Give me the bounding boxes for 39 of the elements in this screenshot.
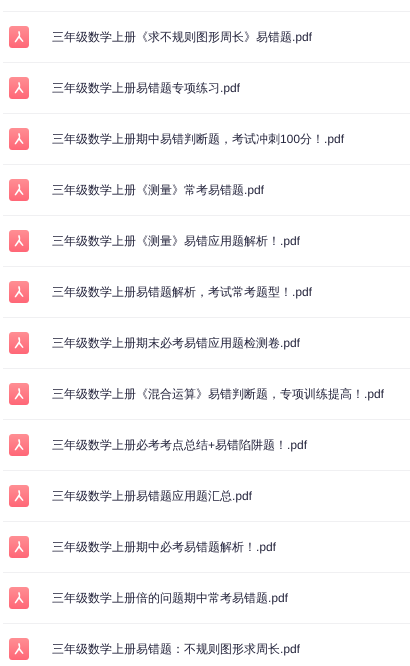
- file-name: 三年级数学上册易错题：不规则图形求周长.pdf: [52, 640, 300, 658]
- pdf-file-icon: [9, 77, 29, 99]
- file-name: 三年级数学上册易错题解析，考试常考题型！.pdf: [52, 284, 312, 300]
- pdf-file-icon: [9, 587, 29, 609]
- file-item[interactable]: 三年级数学上册《测量》常考易错题.pdf: [3, 165, 410, 216]
- file-item[interactable]: 三年级数学上册《求不规则图形周长》易错题.pdf: [3, 12, 410, 63]
- file-name: 三年级数学上册《混合运算》易错判断题，专项训练提高！.pdf: [52, 386, 384, 402]
- file-item[interactable]: 三年级数学上册易错题专项练习.pdf: [3, 63, 410, 114]
- pdf-file-icon: [9, 485, 29, 507]
- pdf-file-icon: [9, 179, 29, 201]
- file-name: 三年级数学上册《测量》常考易错题.pdf: [52, 182, 264, 198]
- file-item[interactable]: 三年级数学上册期中必考易错题解析！.pdf: [3, 522, 410, 573]
- file-name: 三年级数学上册必考考点总结+易错陷阱题！.pdf: [52, 436, 308, 454]
- file-item[interactable]: 三年级数学上册必考考点总结+易错陷阱题！.pdf: [3, 420, 410, 471]
- file-item[interactable]: 三年级数学上册易错题解析，考试常考题型！.pdf: [3, 267, 410, 318]
- file-name: 三年级数学上册易错题专项练习.pdf: [52, 80, 240, 96]
- pdf-file-icon: [9, 536, 29, 558]
- file-item[interactable]: 三年级数学上册期中易错判断题，考试冲刺100分！.pdf: [3, 114, 410, 165]
- file-name: 三年级数学上册易错题应用题汇总.pdf: [52, 488, 252, 504]
- file-item[interactable]: 三年级数学上册《混合运算》易错判断题，专项训练提高！.pdf: [3, 369, 410, 420]
- file-name: 三年级数学上册《求不规则图形周长》易错题.pdf: [52, 28, 312, 46]
- pdf-file-icon: [9, 434, 29, 456]
- file-item[interactable]: 三年级数学上册易错题：不规则图形求周长.pdf: [3, 624, 410, 666]
- pdf-file-icon: [9, 128, 29, 150]
- file-item[interactable]: 三年级数学上册易错题应用题汇总.pdf: [3, 471, 410, 522]
- pdf-file-icon: [9, 332, 29, 354]
- file-name: 三年级数学上册期末必考易错应用题检测卷.pdf: [52, 334, 300, 352]
- file-item[interactable]: 三年级数学上册倍的问题期中常考易错题.pdf: [3, 573, 410, 624]
- file-item[interactable]: 三年级数学上册《测量》易错应用题解析！.pdf: [3, 216, 410, 267]
- pdf-file-icon: [9, 230, 29, 252]
- pdf-file-icon: [9, 281, 29, 303]
- file-name: 三年级数学上册期中易错判断题，考试冲刺100分！.pdf: [52, 130, 344, 148]
- pdf-file-icon: [9, 383, 29, 405]
- pdf-file-icon: [9, 26, 29, 48]
- pdf-file-icon: [9, 638, 29, 660]
- file-item[interactable]: 三年级数学上册期末必考易错应用题检测卷.pdf: [3, 318, 410, 369]
- file-name: 三年级数学上册期中必考易错题解析！.pdf: [52, 538, 276, 556]
- file-name: 三年级数学上册《测量》易错应用题解析！.pdf: [52, 232, 300, 250]
- file-name: 三年级数学上册倍的问题期中常考易错题.pdf: [52, 590, 288, 606]
